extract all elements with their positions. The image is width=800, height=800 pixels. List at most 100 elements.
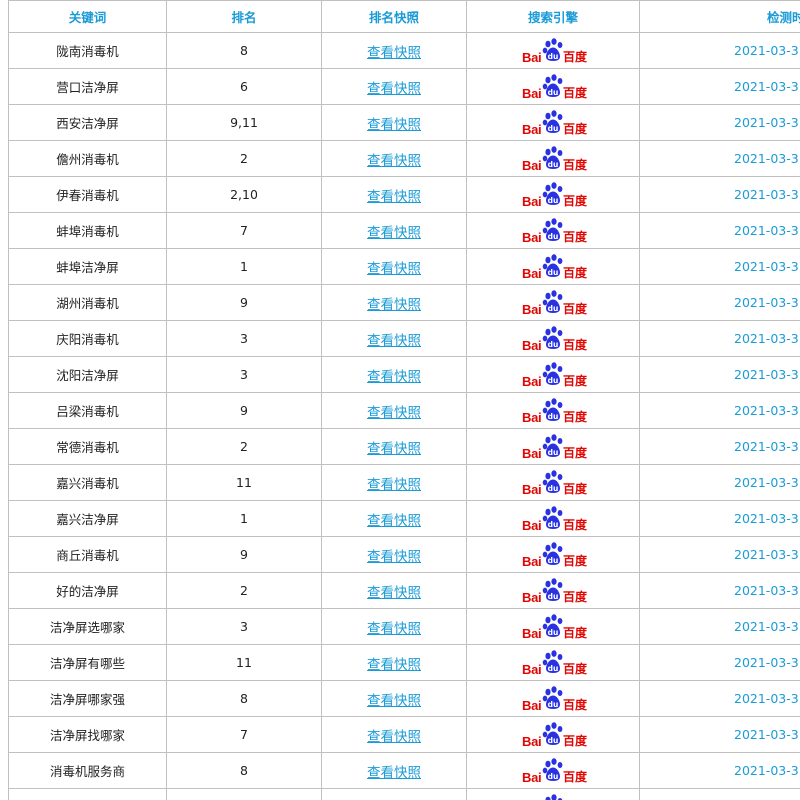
baidu-logo-text-right: 百度 bbox=[563, 301, 588, 316]
snapshot-cell: 查看快照 bbox=[321, 572, 467, 609]
baidu-logo: Bai du 百度 bbox=[522, 289, 588, 318]
date-cell: 2021-03-31 bbox=[639, 572, 800, 609]
view-snapshot-link[interactable]: 查看快照 bbox=[367, 333, 421, 349]
baidu-logo-text-right: 百度 bbox=[563, 589, 588, 604]
view-snapshot-link[interactable]: 查看快照 bbox=[367, 369, 421, 385]
svg-text:du: du bbox=[548, 771, 559, 780]
baidu-paw-icon: du bbox=[542, 649, 563, 673]
date-cell: 2021-03-31 bbox=[639, 392, 800, 429]
table-row: 沈阳洁净屏 3 查看快照 Bai du 百度 2021-03-31 bbox=[8, 356, 800, 393]
keyword-cell: 吕梁消毒机 bbox=[8, 392, 167, 429]
svg-text:du: du bbox=[548, 339, 559, 348]
rank-cell: 9 bbox=[166, 392, 322, 429]
view-snapshot-link[interactable]: 查看快照 bbox=[367, 81, 421, 97]
date-cell: 2021-03-31 bbox=[639, 500, 800, 537]
date-cell bbox=[639, 788, 800, 800]
baidu-logo: Bai du 百度 bbox=[522, 397, 587, 426]
header-engine: 搜索引擎 bbox=[466, 0, 640, 33]
table-row: 吕梁消毒机 9 查看快照 Bai du 百度 2021-03-31 bbox=[8, 392, 800, 429]
date-cell: 2021-03-31 bbox=[639, 356, 800, 393]
keyword-cell: 伊春消毒机 bbox=[8, 176, 167, 213]
keyword-cell: 西安洁净屏 bbox=[8, 104, 167, 141]
view-snapshot-link[interactable]: 查看快照 bbox=[367, 189, 421, 205]
baidu-logo-text-left: Bai bbox=[522, 733, 542, 749]
baidu-logo-text-left: Bai bbox=[522, 265, 542, 281]
view-snapshot-link[interactable]: 查看快照 bbox=[367, 477, 421, 493]
rank-cell: 6 bbox=[166, 68, 322, 105]
view-snapshot-link[interactable]: 查看快照 bbox=[367, 549, 421, 565]
svg-text:du: du bbox=[548, 447, 559, 456]
baidu-logo: Bai du 百度 bbox=[522, 37, 588, 66]
view-snapshot-link[interactable]: 查看快照 bbox=[367, 693, 421, 709]
baidu-logo-text-right: 百度 bbox=[563, 337, 588, 352]
baidu-logo-text-left: Bai bbox=[522, 337, 542, 353]
view-snapshot-link[interactable]: 查看快照 bbox=[367, 657, 421, 673]
keyword-cell: 洁净屏选哪家 bbox=[8, 608, 167, 645]
table-row: 西安洁净屏 9,11 查看快照 Bai du 百度 2021-03-31 bbox=[8, 104, 800, 141]
view-snapshot-link[interactable]: 查看快照 bbox=[367, 153, 421, 169]
baidu-paw-icon: du bbox=[542, 433, 563, 457]
baidu-logo: Bai du 百度 bbox=[522, 649, 587, 678]
table-row: 洁净屏选哪家 3 查看快照 Bai du 百度 2021-03-31 bbox=[8, 608, 800, 645]
baidu-logo-text-right: 百度 bbox=[563, 85, 588, 100]
view-snapshot-link[interactable]: 查看快照 bbox=[367, 225, 421, 241]
svg-text:du: du bbox=[548, 267, 559, 276]
view-snapshot-link[interactable]: 查看快照 bbox=[367, 45, 421, 61]
baidu-logo: Bai du 百度 bbox=[522, 433, 587, 462]
view-snapshot-link[interactable]: 查看快照 bbox=[367, 765, 421, 781]
svg-text:du: du bbox=[548, 663, 559, 672]
snapshot-cell: 查看快照 bbox=[321, 140, 467, 177]
view-snapshot-link[interactable]: 查看快照 bbox=[367, 117, 421, 133]
view-snapshot-link[interactable]: 查看快照 bbox=[367, 729, 421, 745]
baidu-logo-text-right: 百度 bbox=[563, 733, 588, 748]
engine-cell: Bai du 百度 bbox=[466, 284, 640, 321]
svg-text:du: du bbox=[548, 519, 559, 528]
svg-text:du: du bbox=[548, 303, 559, 312]
rank-cell: 11 bbox=[166, 644, 322, 681]
snapshot-cell: 查看快照 bbox=[321, 536, 467, 573]
keyword-cell: 洁净屏找哪家 bbox=[8, 716, 167, 753]
baidu-logo-text-right: 百度 bbox=[563, 769, 588, 784]
baidu-logo-text-right: 百度 bbox=[563, 193, 588, 208]
view-snapshot-link[interactable]: 查看快照 bbox=[367, 297, 421, 313]
keyword-cell: 常德消毒机 bbox=[8, 428, 167, 465]
engine-cell: Bai du 百度 bbox=[466, 356, 640, 393]
baidu-logo: Bai du 百度 bbox=[522, 109, 587, 138]
view-snapshot-link[interactable]: 查看快照 bbox=[367, 261, 421, 277]
table-body: 陇南消毒机 8 查看快照 Bai du 百度 2021-03-31 营口洁净屏 … bbox=[8, 32, 800, 800]
engine-cell: Bai du 百度 bbox=[466, 32, 640, 69]
svg-text:du: du bbox=[548, 375, 559, 384]
engine-cell: Bai du 百度 bbox=[466, 392, 640, 429]
engine-cell: Bai du 百度 bbox=[466, 104, 640, 141]
baidu-logo: Bai du 百度 bbox=[522, 361, 587, 390]
table-row: 洁净屏有哪些 11 查看快照 Bai du 百度 2021-03-31 bbox=[8, 644, 800, 681]
rank-table: 关键词 排名 排名快照 搜索引擎 检测时 陇南消毒机 8 查看快照 Bai du bbox=[8, 0, 800, 800]
table-row: 常德消毒机 2 查看快照 Bai du 百度 2021-03-31 bbox=[8, 428, 800, 465]
baidu-logo: Bai du 百度 bbox=[522, 73, 588, 102]
rank-cell: 7 bbox=[166, 212, 322, 249]
baidu-logo-text-right: 百度 bbox=[563, 49, 588, 64]
engine-cell: Bai du 百度 bbox=[466, 500, 640, 537]
date-cell: 2021-03-31 bbox=[639, 212, 800, 249]
date-cell: 2021-03-31 bbox=[639, 320, 800, 357]
engine-cell: Bai du 百度 bbox=[466, 644, 640, 681]
baidu-paw-icon: du bbox=[542, 361, 563, 385]
view-snapshot-link[interactable]: 查看快照 bbox=[367, 513, 421, 529]
view-snapshot-link[interactable]: 查看快照 bbox=[367, 585, 421, 601]
view-snapshot-link[interactable]: 查看快照 bbox=[367, 405, 421, 421]
keyword-cell: 嘉兴消毒机 bbox=[8, 464, 167, 501]
baidu-logo-text-left: Bai bbox=[522, 445, 542, 461]
snapshot-cell: 查看快照 bbox=[321, 464, 467, 501]
snapshot-cell: 查看快照 bbox=[321, 500, 467, 537]
baidu-logo-text-right: 百度 bbox=[563, 229, 588, 244]
table-header-row: 关键词 排名 排名快照 搜索引擎 检测时 bbox=[8, 0, 800, 33]
view-snapshot-link[interactable]: 查看快照 bbox=[367, 621, 421, 637]
engine-cell: Bai du 百度 bbox=[466, 464, 640, 501]
keyword-cell: 陇南消毒机 bbox=[8, 32, 167, 69]
baidu-logo-text-left: Bai bbox=[522, 301, 542, 317]
baidu-logo: Bai du 百度 bbox=[522, 721, 588, 750]
table-row: 蚌埠消毒机 7 查看快照 Bai du 百度 2021-03-31 bbox=[8, 212, 800, 249]
view-snapshot-link[interactable]: 查看快照 bbox=[367, 441, 421, 457]
snapshot-cell: 查看快照 bbox=[321, 644, 467, 681]
baidu-paw-icon: du bbox=[542, 721, 563, 745]
